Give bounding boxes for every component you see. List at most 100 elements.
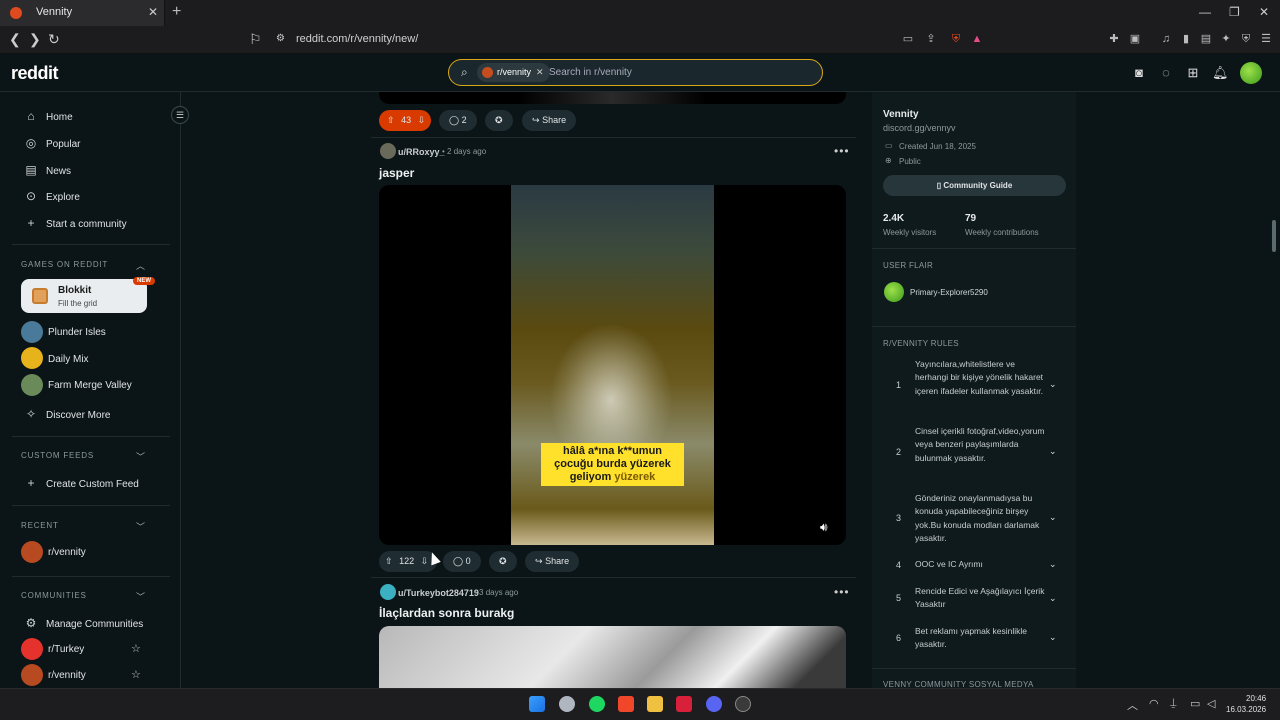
nav-news[interactable]: ▤ News xyxy=(24,163,71,177)
chevron-down-icon[interactable]: ⌄ xyxy=(1049,446,1057,457)
start-icon[interactable] xyxy=(529,696,545,712)
reddit-logo[interactable]: reddit xyxy=(11,63,59,84)
cast-icon[interactable]: ▭ xyxy=(901,32,915,46)
upvote-icon[interactable]: ⇧ xyxy=(385,556,393,566)
address-bar[interactable]: reddit.com/r/vennity/new/ xyxy=(296,33,418,45)
page-scrollbar[interactable] xyxy=(1272,220,1276,252)
share-page-icon[interactable]: ⇪ xyxy=(924,32,938,46)
notifications-icon[interactable]: 🔔︎ xyxy=(1212,65,1229,81)
search-community-chip[interactable]: r/vennity ✕ xyxy=(477,63,550,82)
communities-title[interactable]: COMMUNITIES xyxy=(21,591,87,600)
app-icon[interactable] xyxy=(559,696,575,712)
rule-text[interactable]: Bet reklamı yapmak kesinlikle yasaktır. xyxy=(915,625,1045,652)
chevron-down-icon[interactable]: ⌄ xyxy=(1049,559,1057,570)
more-options-icon[interactable]: ••• xyxy=(834,585,850,599)
collapse-sidebar-button[interactable]: ☰ xyxy=(171,106,189,124)
brave-shield-icon[interactable]: ⛨ xyxy=(949,32,963,46)
community-turkey[interactable]: r/Turkey xyxy=(48,644,84,655)
game-plunder-isles[interactable]: Plunder Isles xyxy=(48,327,106,338)
rule-text[interactable]: Cinsel içerikli fotoğraf,video,yorum vey… xyxy=(915,425,1045,465)
discord-icon[interactable] xyxy=(706,696,722,712)
chevron-down-icon[interactable]: ⌄ xyxy=(1049,379,1057,390)
remove-chip-icon[interactable]: ✕ xyxy=(536,67,544,77)
rule-text[interactable]: Gönderiniz onaylanmadıysa bu konuda yapa… xyxy=(915,492,1045,546)
chevron-down-icon[interactable]: ﹀ xyxy=(136,590,145,603)
nav-home[interactable]: ⌂ Home xyxy=(24,109,72,123)
rule-text[interactable]: Yayıncılara,whitelistlere ve herhangi bi… xyxy=(915,358,1045,398)
user-flair-name[interactable]: Primary-Explorer5290 xyxy=(910,288,988,297)
brave-rewards-icon[interactable]: ▲ xyxy=(970,32,984,46)
share-button[interactable]: ↪ Share xyxy=(522,110,577,131)
forward-icon[interactable]: ❯ xyxy=(29,31,41,48)
post-title[interactable]: jasper xyxy=(379,166,414,180)
favorite-star-icon[interactable]: ☆ xyxy=(131,642,141,655)
minimize-icon[interactable]: — xyxy=(1199,5,1211,19)
recent-title[interactable]: RECENT xyxy=(21,521,59,530)
upvote-icon[interactable]: ⇧ xyxy=(387,115,395,125)
site-info-icon[interactable]: ⚙ xyxy=(276,33,285,44)
headset-icon[interactable]: ◠ xyxy=(1149,697,1159,710)
chevron-down-icon[interactable]: ⌄ xyxy=(1049,632,1057,643)
chevron-down-icon[interactable]: ﹀ xyxy=(136,520,145,533)
extensions-icon[interactable]: ✚ xyxy=(1107,32,1121,46)
close-window-icon[interactable]: ✕ xyxy=(1259,5,1269,19)
community-vennity[interactable]: r/vennity xyxy=(48,670,86,681)
post-image[interactable] xyxy=(379,626,846,690)
share-button[interactable]: ↪ Share xyxy=(525,551,580,572)
browser-tab[interactable]: Vennity ✕ xyxy=(0,0,165,26)
custom-feeds-title[interactable]: CUSTOM FEEDS xyxy=(21,451,94,460)
favorite-star-icon[interactable]: ☆ xyxy=(131,668,141,681)
reload-icon[interactable]: ↻ xyxy=(48,31,60,48)
recent-vennity[interactable]: r/vennity xyxy=(48,547,86,558)
spotify-icon[interactable] xyxy=(589,696,605,712)
back-icon[interactable]: ❮ xyxy=(9,31,21,48)
vote-control[interactable]: ⇧ 43 ⇩ xyxy=(379,110,431,131)
chevron-up-icon[interactable]: ︿ xyxy=(136,259,145,272)
comments-button[interactable]: ◯ 0 xyxy=(443,551,481,572)
nav-explore[interactable]: ⊙ Explore xyxy=(24,189,80,203)
post-video[interactable]: hâlâ a*ına k**umun çocuğu burda yüzerek … xyxy=(379,185,846,545)
featured-game-blokkit[interactable]: Blokkit Fill the grid xyxy=(21,279,147,313)
brave-icon[interactable] xyxy=(618,696,634,712)
discover-more[interactable]: ✧ Discover More xyxy=(24,407,111,421)
system-clock[interactable]: 20:46 16.03.2026 xyxy=(1226,693,1266,715)
chevron-down-icon[interactable]: ﹀ xyxy=(136,450,145,463)
new-tab-icon[interactable]: + xyxy=(172,3,181,21)
game-daily-mix[interactable]: Daily Mix xyxy=(48,354,89,365)
screenshot-icon[interactable]: ▣ xyxy=(1128,32,1142,46)
post-author[interactable]: u/RRoxyy_ xyxy=(398,147,445,157)
file-explorer-icon[interactable] xyxy=(647,696,663,712)
chevron-up-icon[interactable]: ︿ xyxy=(1127,697,1138,713)
media-icon[interactable]: ♫ xyxy=(1159,32,1173,46)
search-bar[interactable]: ⌕ r/vennity ✕ Search in r/vennity xyxy=(448,59,823,86)
volume-icon[interactable]: ◁ xyxy=(1207,697,1215,710)
chevron-down-icon[interactable]: ⌄ xyxy=(1049,593,1057,604)
user-avatar[interactable] xyxy=(1240,62,1262,84)
chat-icon[interactable]: ◌ xyxy=(1158,65,1174,81)
bookmark-icon[interactable]: ⚐ xyxy=(249,31,262,48)
post-author[interactable]: u/Turkeybot284719 xyxy=(398,588,479,598)
downvote-icon[interactable]: ⇩ xyxy=(418,115,426,125)
microphone-icon[interactable]: ⍊ xyxy=(1170,697,1177,710)
author-avatar[interactable] xyxy=(380,584,396,600)
manage-communities[interactable]: ⚙ Manage Communities xyxy=(24,616,144,630)
network-icon[interactable]: ▭ xyxy=(1190,697,1200,710)
create-post-icon[interactable]: ⊞ xyxy=(1185,65,1201,81)
maximize-icon[interactable]: ❐ xyxy=(1229,5,1240,19)
author-avatar[interactable] xyxy=(380,143,396,159)
app-icon[interactable] xyxy=(735,696,751,712)
rule-text[interactable]: Rencide Edici ve Aşağılayıcı İçerik Yasa… xyxy=(915,585,1045,612)
leo-ai-icon[interactable]: ✦ xyxy=(1219,32,1233,46)
vpn-icon[interactable]: ⛨ xyxy=(1239,32,1253,46)
rule-text[interactable]: OOC ve IC Ayrımı xyxy=(915,558,1045,571)
downvote-icon[interactable]: ⇩ xyxy=(421,556,429,566)
advertise-icon[interactable]: ◙ xyxy=(1131,65,1147,81)
wallet-icon[interactable]: ▤ xyxy=(1199,32,1213,46)
close-tab-icon[interactable]: ✕ xyxy=(148,5,158,19)
chevron-down-icon[interactable]: ⌄ xyxy=(1049,512,1057,523)
game-farm-merge-valley[interactable]: Farm Merge Valley xyxy=(48,380,132,391)
nav-start-community[interactable]: + Start a community xyxy=(24,216,126,230)
previous-post-media[interactable] xyxy=(379,92,846,104)
award-button[interactable]: ✪ xyxy=(485,110,513,131)
menu-icon[interactable]: ☰ xyxy=(1259,32,1273,46)
